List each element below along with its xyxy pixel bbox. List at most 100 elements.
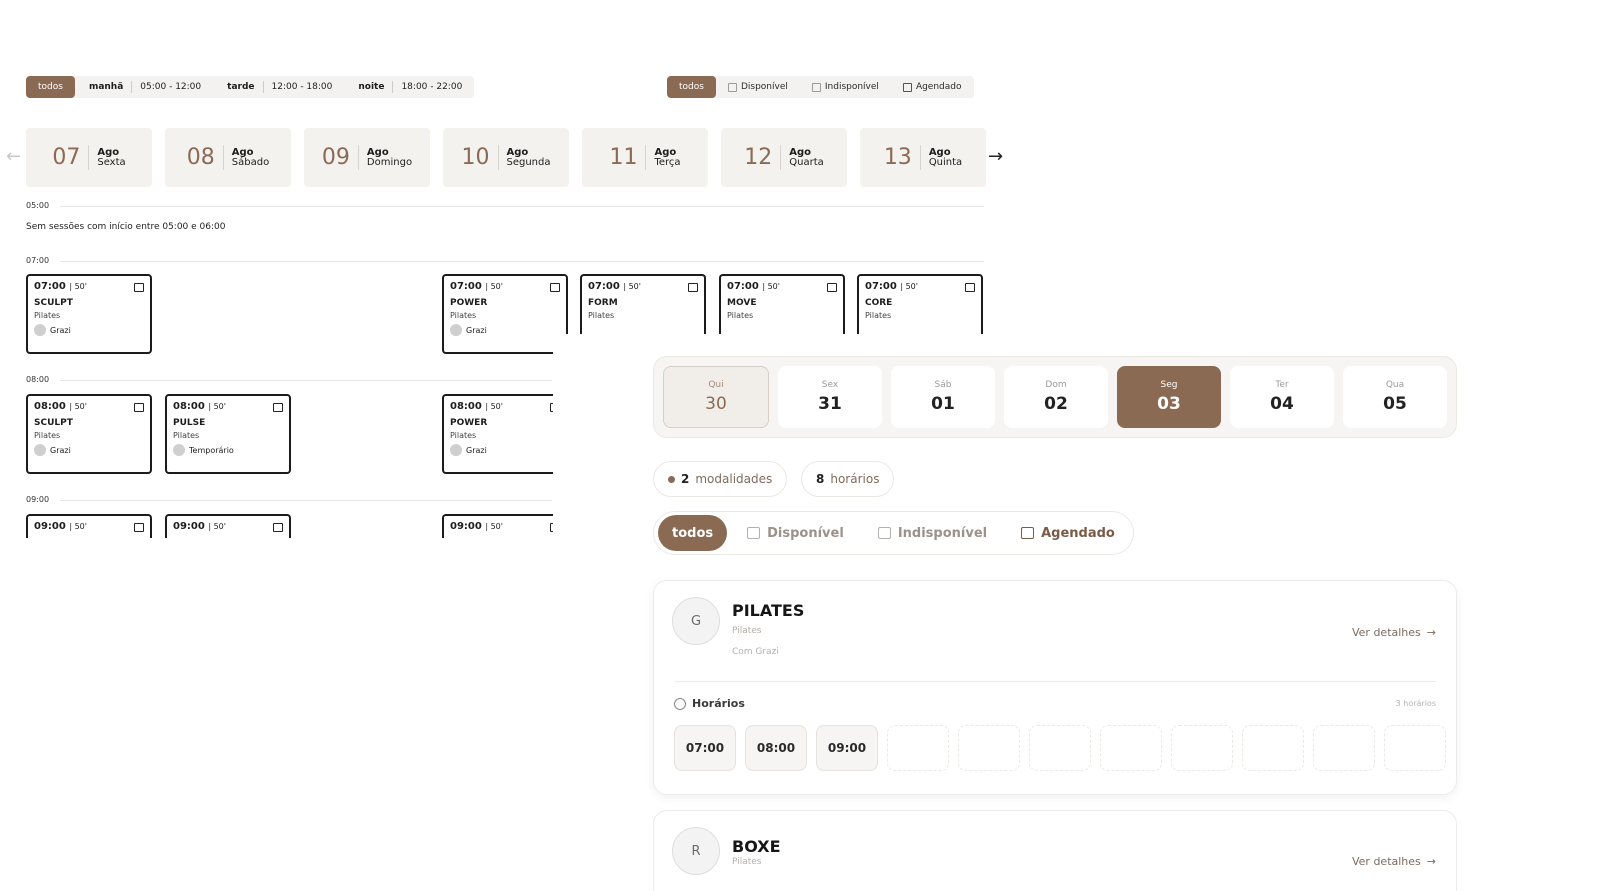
session-card[interactable]: 09:00 | 50': [442, 514, 568, 538]
time-slot[interactable]: 09:00: [816, 725, 878, 771]
day-number: 11: [609, 145, 647, 170]
session-card[interactable]: 07:00 | 50' FORM Pilates: [580, 274, 706, 334]
status-unavailable-button-small[interactable]: Indisponível: [800, 76, 891, 98]
session-card[interactable]: 09:00 | 50': [26, 514, 152, 538]
hours-heading: Horários: [674, 697, 745, 710]
status-unavailable-label: Indisponível: [897, 525, 988, 541]
session-duration: 50': [74, 282, 87, 291]
status-available-button-small[interactable]: Disponível: [716, 76, 800, 98]
week-strip: Qui 30 Sex 31 Sáb 01 Dom 02 Seg 03 Ter 0…: [653, 356, 1457, 438]
session-card[interactable]: 08:00 | 50' PULSE Pilates Temporário: [165, 394, 291, 474]
instructor-avatar: [450, 444, 462, 456]
period-night-button[interactable]: noite: [344, 82, 392, 92]
session-card[interactable]: 07:00 | 50' POWER Pilates Grazi: [442, 274, 568, 354]
session-name: PULSE: [173, 418, 206, 428]
modalities-count: 2: [681, 472, 690, 486]
period-all-button[interactable]: todos: [26, 76, 75, 98]
calendar-icon: [965, 283, 975, 292]
status-available-label-small: Disponível: [740, 82, 788, 92]
status-all-button-small[interactable]: todos: [667, 76, 716, 98]
hours-count: 3 horários: [1395, 699, 1436, 708]
day-card[interactable]: 10 Ago Segunda: [443, 128, 569, 187]
calendar-icon: [550, 283, 560, 292]
period-morning-button[interactable]: manhã: [75, 82, 131, 92]
session-card[interactable]: 09:00 | 50': [165, 514, 291, 538]
day-card[interactable]: 13 Ago Quinta: [860, 128, 986, 187]
day-card[interactable]: 12 Ago Quarta: [721, 128, 847, 187]
hour-divider: [60, 380, 552, 381]
session-name: SCULPT: [34, 418, 73, 428]
time-slot[interactable]: 08:00: [745, 725, 807, 771]
prev-days-arrow-icon[interactable]: ←: [6, 146, 21, 167]
session-card[interactable]: 08:00 | 50' POWER Pilates Grazi: [442, 394, 568, 474]
hour-label-0700: 07:00: [26, 256, 50, 265]
calendar-icon: [688, 283, 698, 292]
day-month: Ago: [231, 146, 254, 158]
session-card[interactable]: 07:00 | 50' CORE Pilates: [857, 274, 983, 334]
status-filter-bar: todos Disponível Indisponível Agendado: [653, 511, 1134, 555]
day-selector: 07 Ago Sexta 08 Ago Sábado 09 Ago Domingo 1…: [26, 128, 986, 187]
week-day-name: Sáb: [934, 380, 952, 390]
view-details-link[interactable]: Ver detalhes →: [1352, 626, 1436, 639]
week-day-number: 04: [1270, 394, 1294, 414]
calendar-icon: [273, 403, 283, 412]
period-morning-range: 05:00 - 12:00: [131, 81, 213, 93]
session-card[interactable]: 07:00 | 50' MOVE Pilates: [719, 274, 845, 334]
session-name: FORM: [588, 298, 618, 308]
next-days-arrow-icon[interactable]: →: [988, 146, 1003, 167]
day-month: Ago: [654, 146, 677, 158]
hour-divider: [60, 206, 984, 207]
week-day-name: Seg: [1160, 380, 1178, 390]
week-day-name: Sex: [821, 380, 839, 390]
status-available-label: Disponível: [767, 525, 844, 541]
status-dot-icon: [668, 475, 675, 483]
session-instructor: Grazi: [50, 445, 71, 455]
session-duration: 50': [490, 402, 503, 411]
time-slot[interactable]: 07:00: [674, 725, 736, 771]
week-day[interactable]: Sáb 01: [891, 366, 995, 428]
calendar-blocked-icon: [877, 527, 891, 539]
session-instructor: Grazi: [50, 325, 71, 335]
day-number: 08: [187, 145, 224, 170]
time-slot-placeholder: [1171, 725, 1233, 771]
session-instructor: Temporário: [189, 445, 234, 455]
status-available-button[interactable]: Disponível: [733, 515, 858, 551]
arrow-right-icon: →: [1426, 626, 1436, 639]
session-duration: 50': [490, 282, 503, 291]
times-label: horários: [830, 472, 880, 486]
week-day[interactable]: Ter 04: [1230, 366, 1334, 428]
day-card[interactable]: 07 Ago Sexta: [26, 128, 152, 187]
session-instructor: Grazi: [466, 445, 487, 455]
week-day[interactable]: Dom 02: [1004, 366, 1108, 428]
view-details-link[interactable]: Ver detalhes →: [1352, 855, 1436, 868]
week-day[interactable]: Qua 05: [1343, 366, 1447, 428]
week-day-number: 01: [931, 394, 955, 414]
session-modality: Pilates: [588, 311, 615, 320]
period-afternoon-button[interactable]: tarde: [213, 82, 262, 92]
calendar-icon: [727, 82, 737, 92]
day-month: Ago: [789, 146, 812, 158]
session-duration: 50': [767, 282, 780, 291]
day-weekday: Segunda: [506, 156, 551, 168]
session-card[interactable]: 08:00 | 50' SCULPT Pilates Grazi: [26, 394, 152, 474]
week-day-name: Ter: [1275, 380, 1289, 390]
calendar-blocked-icon: [811, 82, 821, 92]
session-card[interactable]: 07:00 | 50' SCULPT Pilates Grazi: [26, 274, 152, 354]
day-card[interactable]: 08 Ago Sábado: [165, 128, 291, 187]
status-all-button[interactable]: todos: [658, 515, 728, 551]
week-day-number: 03: [1157, 394, 1181, 414]
day-weekday: Quarta: [789, 156, 824, 168]
session-time: 08:00: [173, 401, 205, 412]
status-scheduled-button[interactable]: Agendado: [1007, 515, 1129, 551]
status-scheduled-button-small[interactable]: Agendado: [891, 76, 974, 98]
week-day-selected[interactable]: Seg 03: [1117, 366, 1221, 428]
week-day-today[interactable]: Qui 30: [663, 366, 769, 428]
status-unavailable-button[interactable]: Indisponível: [864, 515, 1001, 551]
week-day[interactable]: Sex 31: [778, 366, 882, 428]
day-card[interactable]: 11 Ago Terça: [582, 128, 708, 187]
day-card[interactable]: 09 Ago Domingo: [304, 128, 430, 187]
modality-subtitle: Pilates: [732, 857, 762, 867]
modality-instructor: Com Grazi: [732, 647, 779, 657]
day-month: Ago: [97, 146, 120, 158]
hour-label-0500: 05:00: [26, 201, 50, 210]
